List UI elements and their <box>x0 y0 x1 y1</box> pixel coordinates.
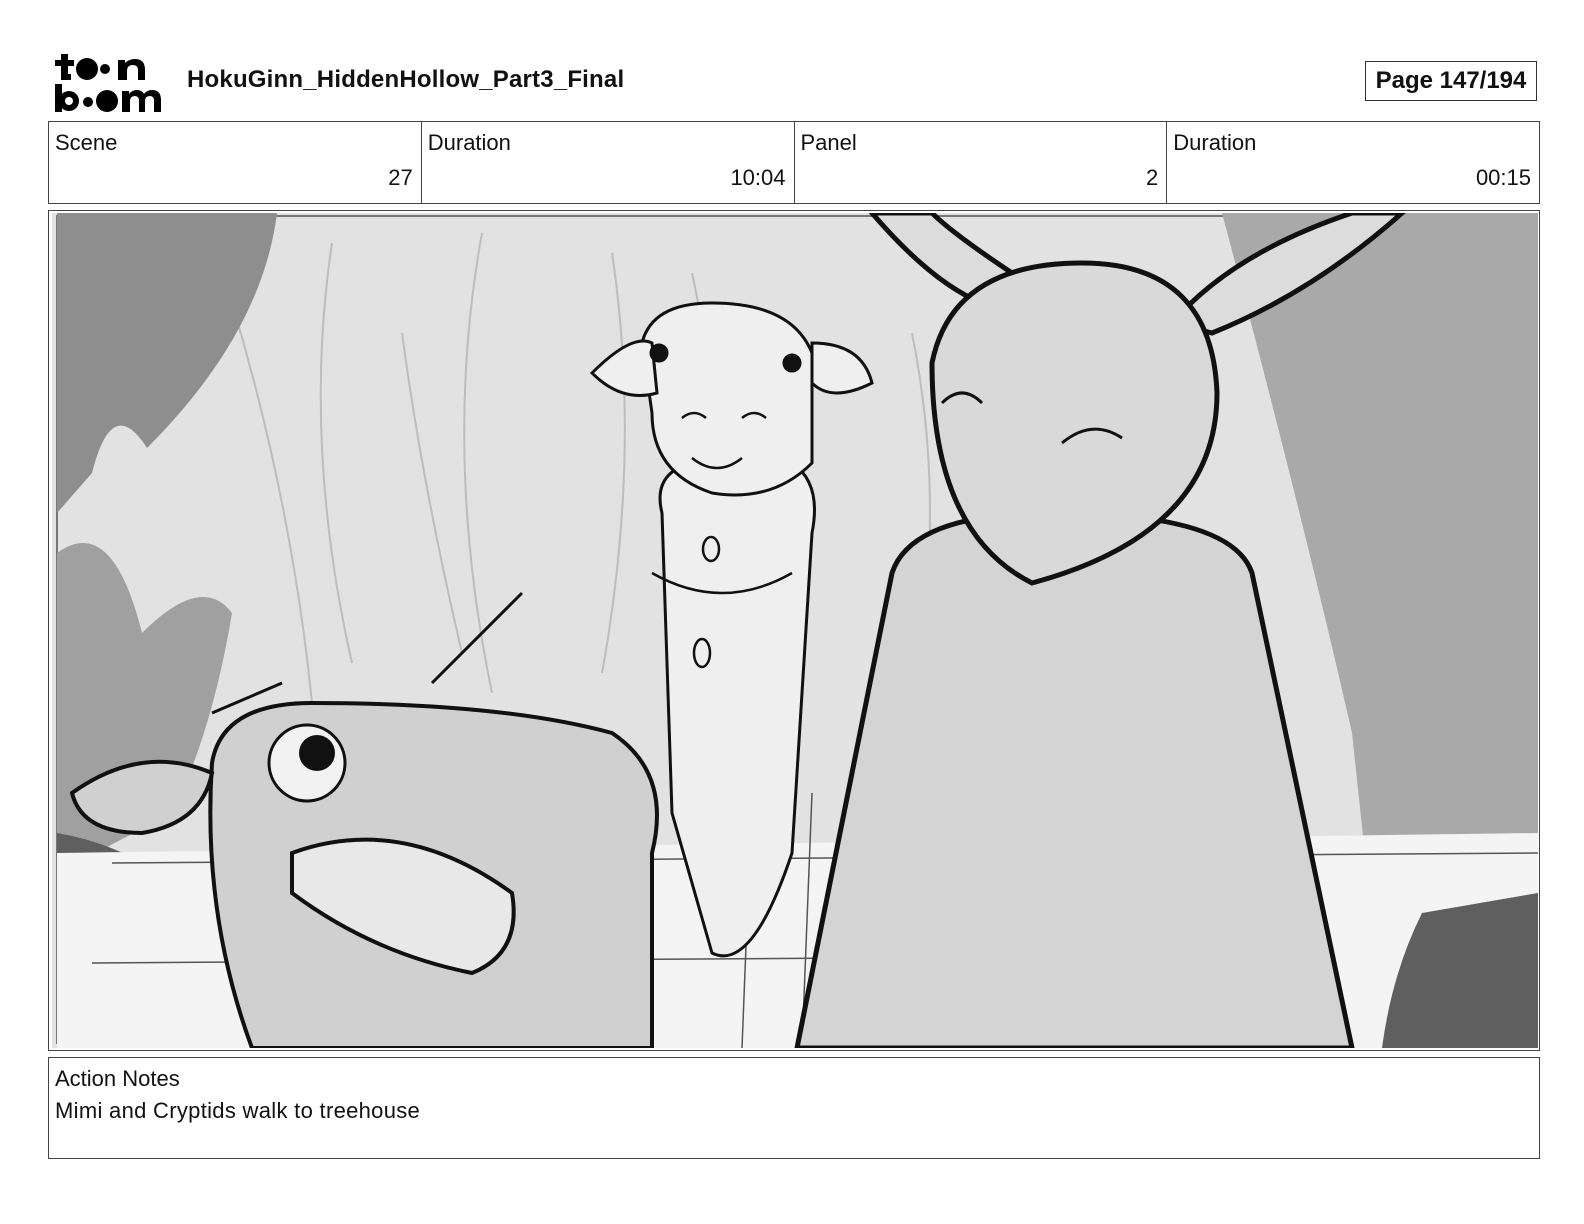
panel-duration-value: 00:15 <box>1475 165 1531 190</box>
scene-duration-label: Duration <box>427 130 511 155</box>
panel-cell: Panel 2 <box>795 122 1168 203</box>
storyboard-sketch-image <box>52 213 1538 1048</box>
toon-boom-logo <box>55 54 161 112</box>
project-title: HokuGinn_HiddenHollow_Part3_Final <box>187 66 625 93</box>
scene-info-table: Scene 27 Duration 10:04 Panel 2 Duration… <box>48 121 1540 204</box>
scene-duration-value: 10:04 <box>730 165 786 190</box>
panel-label: Panel <box>800 130 857 155</box>
action-notes-text: Mimi and Cryptids walk to treehouse <box>55 1098 421 1123</box>
scene-value: 27 <box>388 165 413 190</box>
panel-value: 2 <box>1146 165 1159 190</box>
scene-cell: Scene 27 <box>49 122 422 203</box>
scene-label: Scene <box>55 130 118 155</box>
panel-duration-cell: Duration 00:15 <box>1167 122 1539 203</box>
action-notes-label: Action Notes <box>55 1066 180 1091</box>
page-indicator: Page 147/194 <box>1365 61 1537 101</box>
panel-duration-label: Duration <box>1173 130 1257 155</box>
scene-duration-cell: Duration 10:04 <box>422 122 795 203</box>
action-notes-box: Action Notes Mimi and Cryptids walk to t… <box>48 1057 1540 1159</box>
